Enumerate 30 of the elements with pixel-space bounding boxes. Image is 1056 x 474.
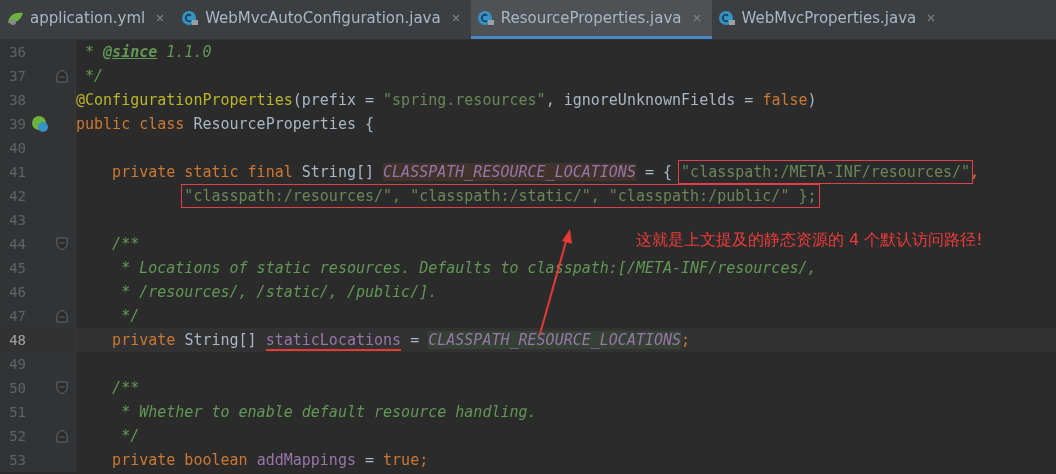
code-line: * /resources/, /static/, /public/]. (120, 282, 438, 302)
close-icon[interactable] (450, 13, 461, 23)
code-line: * @since 1.1.0 (84, 42, 212, 62)
close-icon[interactable] (926, 13, 937, 23)
code-line: /** (111, 378, 140, 398)
fold-icon[interactable] (56, 429, 68, 443)
code-line: private boolean addMappings = true; (111, 450, 429, 470)
annotation-text: 这就是上文提及的静态资源的 4 个默认访问路径! (636, 230, 983, 251)
code-line: public class ResourceProperties { (76, 114, 375, 134)
line-number: 48 (8, 332, 26, 348)
code-line: "classpath:/resources/", "classpath:/static/", "classpath:/public/" }; (76, 186, 817, 206)
fold-icon[interactable] (56, 309, 68, 323)
fold-icon[interactable] (56, 237, 68, 251)
fold-icon[interactable] (56, 381, 68, 395)
editor-tab[interactable]: application.yml (0, 0, 176, 39)
code-line: */ (120, 306, 140, 326)
code-line: */ (84, 66, 104, 86)
close-icon[interactable] (691, 13, 702, 23)
close-icon[interactable] (155, 13, 166, 23)
code-line: /** (111, 234, 140, 254)
editor-tab[interactable]: ResourceProperties.java (470, 0, 712, 39)
code-line: private static final String[] CLASSPATH_RESOURCE_LOCATIONS = { "classpath:/META-INF/resources/", (76, 162, 980, 182)
code-line: */ (120, 426, 140, 446)
bean-icon[interactable] (31, 115, 49, 133)
fold-icon[interactable] (56, 69, 68, 83)
code-line: private String[] staticLocations = CLASSPATH_RESOURCE_LOCATIONS; (111, 329, 691, 351)
editor-tab[interactable]: WebMvcAutoConfiguration.java (175, 0, 471, 39)
code-line: @ConfigurationProperties(prefix = "spring.resources", ignoreUnknownFields = false) (76, 90, 817, 110)
editor-tab[interactable]: WebMvcProperties.java (711, 0, 947, 39)
code-line: * Whether to enable default resource handling. (120, 402, 537, 422)
